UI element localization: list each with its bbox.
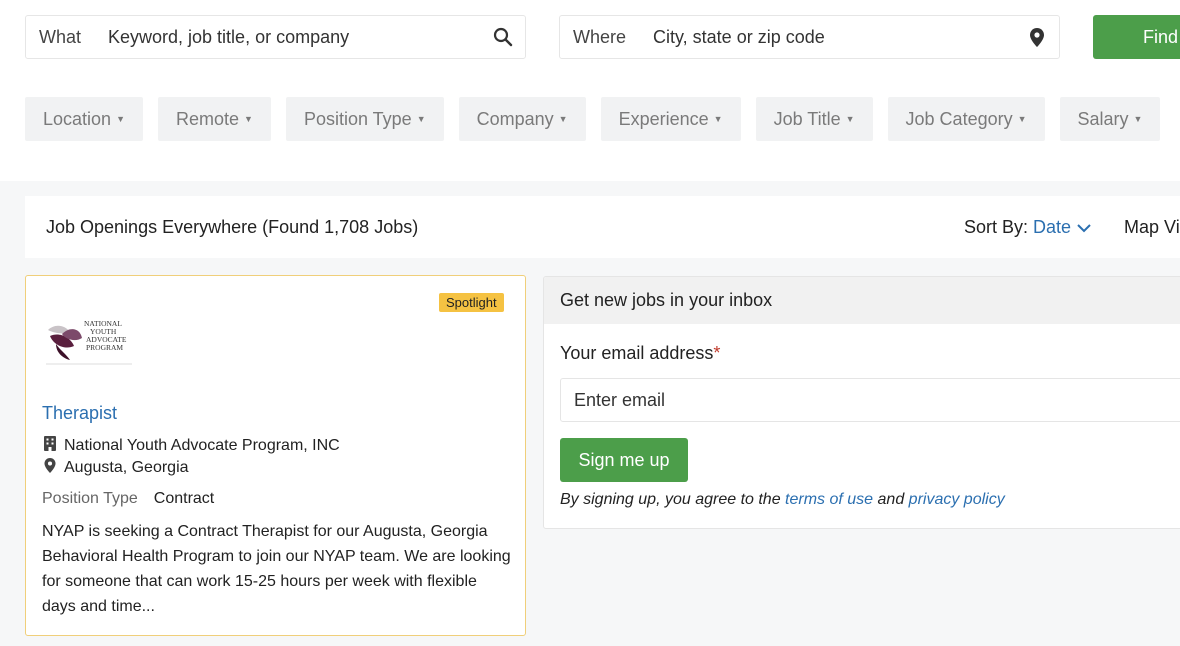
filter-job-category[interactable]: Job Category ▼ [887, 97, 1045, 141]
caret-down-icon: ▼ [713, 114, 723, 124]
filter-label: Experience [618, 108, 709, 129]
terms-of-use-link[interactable]: terms of use [785, 491, 873, 508]
filter-label: Company [476, 108, 554, 129]
position-type-row: Position Type Contract [42, 490, 214, 508]
terms-mid: and [873, 491, 909, 508]
email-label-text: Your email address [560, 343, 714, 363]
filter-remote[interactable]: Remote ▼ [157, 97, 271, 141]
where-input[interactable] [653, 26, 1015, 48]
terms-prefix: By signing up, you agree to the [560, 491, 786, 508]
search-header: What Where Find Location ▼ Remote ▼ Positi… [0, 0, 1180, 181]
caret-down-icon: ▼ [116, 114, 125, 124]
filter-label: Location [43, 108, 112, 129]
results-bar: Job Openings Everywhere (Found 1,708 Job… [25, 196, 1180, 258]
sort-label: Sort By: [964, 216, 1029, 237]
map-pin-icon [44, 458, 56, 478]
required-mark: * [713, 343, 721, 363]
filter-label: Remote [175, 108, 240, 129]
email-signup-panel: Get new jobs in your inbox Your email ad… [543, 276, 1180, 529]
email-input[interactable] [560, 378, 1180, 422]
caret-down-icon: ▼ [1017, 114, 1027, 124]
caret-down-icon: ▼ [558, 114, 568, 124]
company-name: National Youth Advocate Program, INC [64, 437, 340, 454]
sign-up-button[interactable]: Sign me up [560, 438, 688, 482]
filter-bar: Location ▼ Remote ▼ Position Type ▼ Company… [25, 97, 1161, 141]
job-location: Augusta, Georgia [64, 459, 189, 476]
signup-header: Get new jobs in your inbox [544, 277, 1180, 324]
spotlight-badge: Spotlight [439, 293, 504, 312]
search-icon[interactable] [481, 27, 525, 47]
filter-company[interactable]: Company ▼ [458, 97, 586, 141]
terms-text: By signing up, you agree to the terms of… [560, 491, 1005, 509]
job-title-link[interactable]: Therapist [42, 403, 117, 424]
caret-down-icon: ▼ [244, 114, 253, 124]
position-type-label: Position Type [42, 490, 138, 507]
job-description: NYAP is seeking a Contract Therapist for… [42, 523, 511, 615]
location-row: Augusta, Georgia [44, 458, 189, 478]
company-logo: NATIONAL YOUTH ADVOCATE PROGRAM [44, 314, 144, 370]
filter-job-title[interactable]: Job Title ▼ [755, 97, 873, 141]
company-row: National Youth Advocate Program, INC [44, 436, 340, 456]
filter-label: Job Category [905, 108, 1013, 129]
privacy-policy-link[interactable]: privacy policy [909, 491, 1005, 508]
caret-down-icon: ▼ [845, 114, 855, 124]
logo-text: PROGRAM [86, 343, 123, 352]
where-search-box[interactable]: Where [559, 15, 1060, 59]
what-search-box[interactable]: What [25, 15, 526, 59]
sort-control[interactable]: Sort By: Date [964, 217, 1092, 238]
filter-label: Job Title [773, 108, 841, 129]
filter-experience[interactable]: Experience ▼ [600, 97, 741, 141]
what-label: What [39, 26, 82, 47]
filter-salary[interactable]: Salary ▼ [1059, 97, 1161, 141]
filter-label: Salary [1077, 108, 1129, 129]
position-type-value: Contract [153, 490, 215, 507]
filter-label: Position Type [303, 108, 412, 129]
filter-location[interactable]: Location ▼ [25, 97, 143, 141]
map-pin-icon[interactable] [1015, 27, 1059, 47]
filter-position-type[interactable]: Position Type ▼ [285, 97, 444, 141]
what-input[interactable] [108, 26, 481, 48]
job-card[interactable]: Spotlight NATIONAL YOUTH ADVOCATE PROGRA… [25, 275, 526, 636]
sort-value[interactable]: Date [1033, 217, 1071, 238]
caret-down-icon: ▼ [1133, 114, 1143, 124]
email-label: Your email address* [560, 343, 720, 364]
where-label: Where [573, 26, 627, 47]
building-icon [44, 436, 56, 456]
chevron-down-icon[interactable] [1076, 217, 1092, 238]
find-button[interactable]: Find [1093, 15, 1180, 59]
results-count-title: Job Openings Everywhere (Found 1,708 Job… [46, 216, 419, 237]
map-view-link[interactable]: Map View [1124, 217, 1180, 238]
caret-down-icon: ▼ [416, 114, 426, 124]
